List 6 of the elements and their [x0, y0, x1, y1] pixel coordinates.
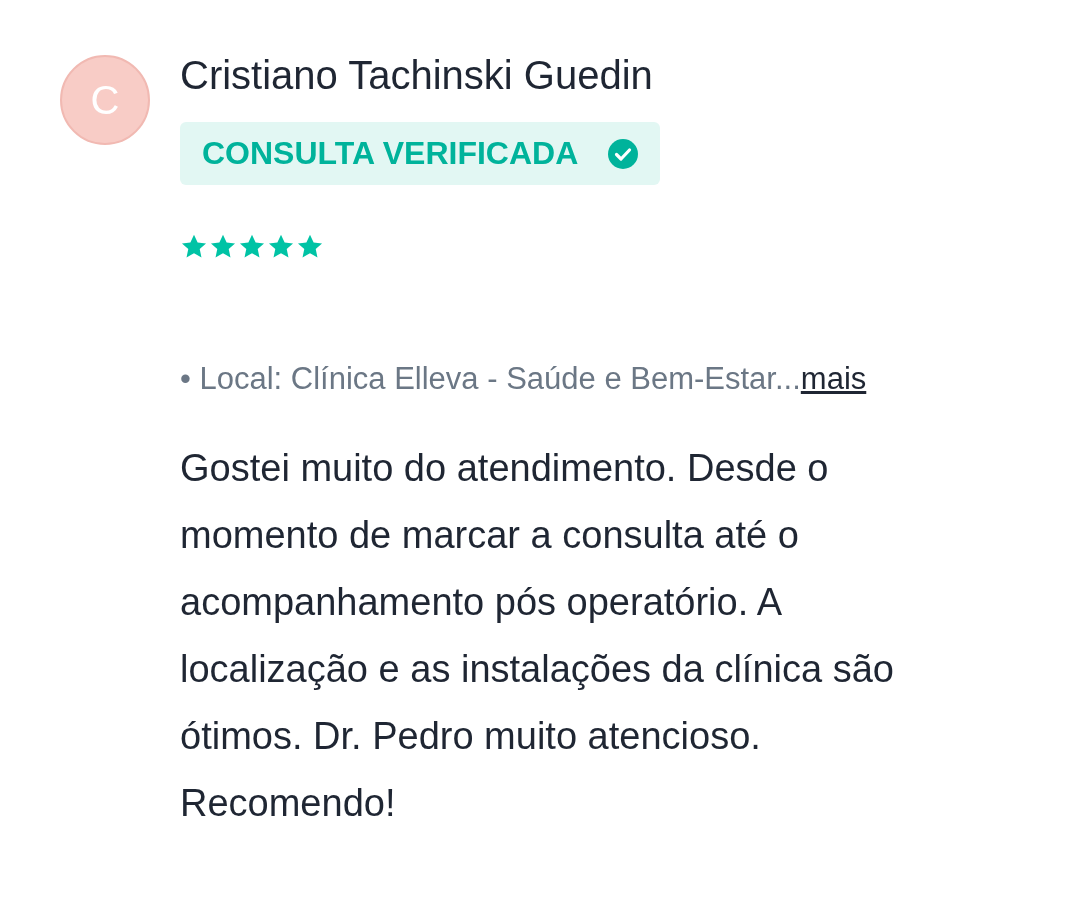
avatar: C — [60, 55, 150, 145]
verified-badge: CONSULTA VERIFICADA — [180, 122, 661, 185]
author-name: Cristiano Tachinski Guedin — [180, 53, 653, 98]
location-text: • Local: Clínica Elleva - Saúde e Bem-Estar... — [180, 361, 801, 396]
review-text: Gostei muito do atendimento. Desde o momento de marcar a consulta até o acompanhamento pós operatório. A localização e as instalações da clínica são ótimos. Dr. Pedro muito atencioso. Recomendo! — [180, 446, 895, 826]
more-link[interactable]: mais — [800, 361, 867, 396]
